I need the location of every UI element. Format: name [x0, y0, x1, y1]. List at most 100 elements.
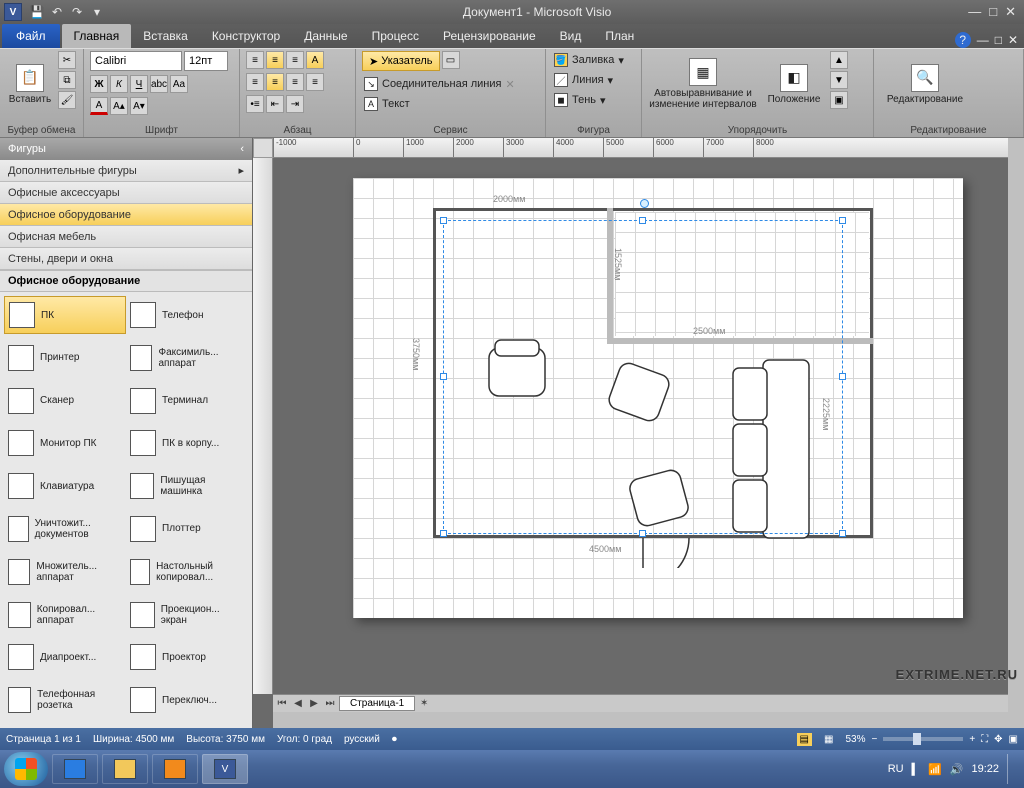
shape-phone[interactable]: Телефон — [126, 296, 248, 334]
shapes-cat-equipment[interactable]: Офисное оборудование — [0, 204, 252, 226]
align-top-button[interactable]: ≡ — [246, 51, 264, 69]
tab-first-button[interactable]: ⏮ — [275, 698, 289, 709]
font-decrease-button[interactable]: A▾ — [130, 97, 148, 115]
shapes-collapse-icon[interactable]: ‹ — [240, 143, 244, 155]
taskbar-ie[interactable] — [52, 754, 98, 784]
shadow-button[interactable]: ◼Тень ▾ — [552, 91, 626, 109]
shapes-cat-accessories[interactable]: Офисные аксессуары — [0, 182, 252, 204]
tab-review[interactable]: Рецензирование — [431, 24, 548, 48]
tab-home[interactable]: Главная — [62, 24, 132, 48]
handle-se[interactable] — [839, 530, 846, 537]
shape-tower[interactable]: ПК в корпу... — [126, 424, 248, 462]
indent-dec-button[interactable]: ⇤ — [266, 95, 284, 113]
rotate-handle[interactable] — [640, 199, 649, 208]
align-bottom-button[interactable]: ≡ — [286, 51, 304, 69]
strike-button[interactable]: abc — [150, 75, 168, 93]
shape-terminal[interactable]: Терминал — [126, 382, 248, 420]
tab-new-button[interactable]: ✶ — [417, 698, 431, 709]
font-color-button[interactable]: A — [90, 97, 108, 115]
save-icon[interactable]: 💾 — [28, 3, 46, 21]
undo-icon[interactable]: ↶ — [48, 3, 66, 21]
shape-deskcopier[interactable]: Настольный копировал... — [126, 553, 248, 591]
macro-record-icon[interactable]: ⏺ — [392, 734, 397, 745]
ribbon-minimize-button[interactable]: — — [977, 33, 989, 47]
bold-button[interactable]: Ж — [90, 75, 108, 93]
zoom-out-button[interactable]: − — [871, 734, 877, 745]
fit-page-button[interactable]: ⛶ — [981, 734, 988, 745]
shape-keyboard[interactable]: Клавиатура — [4, 467, 126, 505]
shape-screen[interactable]: Проекцион... экран — [126, 596, 248, 634]
help-icon[interactable]: ? — [955, 32, 971, 48]
tab-design[interactable]: Конструктор — [200, 24, 292, 48]
shape-copier[interactable]: Множитель... аппарат — [4, 553, 126, 591]
shapes-cat-furniture[interactable]: Офисная мебель — [0, 226, 252, 248]
tray-flag-icon[interactable]: ▍ — [912, 763, 920, 776]
zoom-thumb[interactable] — [913, 733, 921, 745]
switch-window-button[interactable]: ▣ — [1009, 734, 1018, 745]
align-center-button[interactable]: ≡ — [266, 73, 284, 91]
shape-monitor[interactable]: Монитор ПК — [4, 424, 126, 462]
shapes-cat-walls[interactable]: Стены, двери и окна — [0, 248, 252, 270]
taskbar-media[interactable] — [152, 754, 198, 784]
rect-tool-button[interactable]: ▭ — [442, 51, 460, 69]
tab-last-button[interactable]: ⏭ — [323, 698, 337, 709]
font-grow-button[interactable]: Aa — [170, 75, 188, 93]
handle-nw[interactable] — [440, 217, 447, 224]
handle-n[interactable] — [639, 217, 646, 224]
shape-scanner[interactable]: Сканер — [4, 382, 126, 420]
align-left-button[interactable]: ≡ — [246, 73, 264, 91]
handle-w[interactable] — [440, 373, 447, 380]
shape-switch[interactable]: Переключ... — [126, 681, 248, 719]
tab-plan[interactable]: План — [593, 24, 646, 48]
view-full-button[interactable]: ▦ — [824, 734, 833, 745]
editing-button[interactable]: 🔍 Редактирование — [880, 51, 970, 117]
copy-button[interactable]: ⧉ — [58, 71, 76, 89]
pointer-tool-button[interactable]: ➤Указатель — [362, 51, 440, 71]
cut-button[interactable]: ✂ — [58, 51, 76, 69]
shape-printer[interactable]: Принтер — [4, 339, 126, 377]
italic-button[interactable]: К — [110, 75, 128, 93]
maximize-button[interactable]: □ — [989, 4, 997, 20]
tab-prev-button[interactable]: ◀ — [291, 698, 305, 709]
taskbar-visio[interactable]: V — [202, 754, 248, 784]
shape-slideproj[interactable]: Диапроект... — [4, 638, 126, 676]
taskbar-explorer[interactable] — [102, 754, 148, 784]
tray-volume-icon[interactable]: 🔊 — [950, 763, 964, 776]
handle-ne[interactable] — [839, 217, 846, 224]
fill-button[interactable]: 🪣Заливка ▾ — [552, 51, 626, 69]
tab-data[interactable]: Данные — [292, 24, 359, 48]
close-button[interactable]: ✕ — [1005, 4, 1016, 20]
text-tool-button[interactable]: AТекст — [362, 95, 517, 113]
start-button[interactable] — [4, 752, 48, 786]
shapes-cat-more[interactable]: Дополнительные фигуры▸ — [0, 160, 252, 182]
redo-icon[interactable]: ↷ — [68, 3, 86, 21]
format-painter-button[interactable]: 🖌 — [58, 91, 76, 109]
bring-front-button[interactable]: ▲ — [830, 51, 848, 69]
position-button[interactable]: ◧ Положение — [762, 51, 826, 117]
send-back-button[interactable]: ▼ — [830, 71, 848, 89]
shape-copymachine[interactable]: Копировал... аппарат — [4, 596, 126, 634]
drawing-viewport[interactable]: 2000мм 1525мм 2500мм 2225мм 3750мм 4500м… — [273, 158, 1008, 694]
tab-next-button[interactable]: ▶ — [307, 698, 321, 709]
paste-button[interactable]: 📋 Вставить — [6, 51, 54, 117]
line-button[interactable]: ／Линия ▾ — [552, 71, 626, 89]
bullets-button[interactable]: •≡ — [246, 95, 264, 113]
tab-view[interactable]: Вид — [548, 24, 594, 48]
vertical-scrollbar[interactable] — [1008, 138, 1024, 728]
pan-button[interactable]: ✥ — [994, 734, 1002, 745]
shape-jack[interactable]: Телефонная розетка — [4, 681, 126, 719]
qat-more-icon[interactable]: ▾ — [88, 3, 106, 21]
handle-sw[interactable] — [440, 530, 447, 537]
align-justify-button[interactable]: ≡ — [306, 73, 324, 91]
shape-shredder[interactable]: Уничтожит... документов — [4, 510, 126, 548]
auto-align-button[interactable]: ▦ Автовыравнивание и изменение интервало… — [648, 51, 758, 117]
zoom-in-button[interactable]: + — [969, 734, 975, 745]
font-increase-button[interactable]: A▴ — [110, 97, 128, 115]
tray-clock[interactable]: 19:22 — [971, 763, 999, 775]
shape-projector[interactable]: Проектор — [126, 638, 248, 676]
indent-inc-button[interactable]: ⇥ — [286, 95, 304, 113]
minimize-button[interactable]: — — [968, 4, 981, 20]
tray-network-icon[interactable]: 📶 — [928, 763, 942, 776]
align-right-button[interactable]: ≡ — [286, 73, 304, 91]
font-name-combo[interactable]: Calibri — [90, 51, 182, 71]
